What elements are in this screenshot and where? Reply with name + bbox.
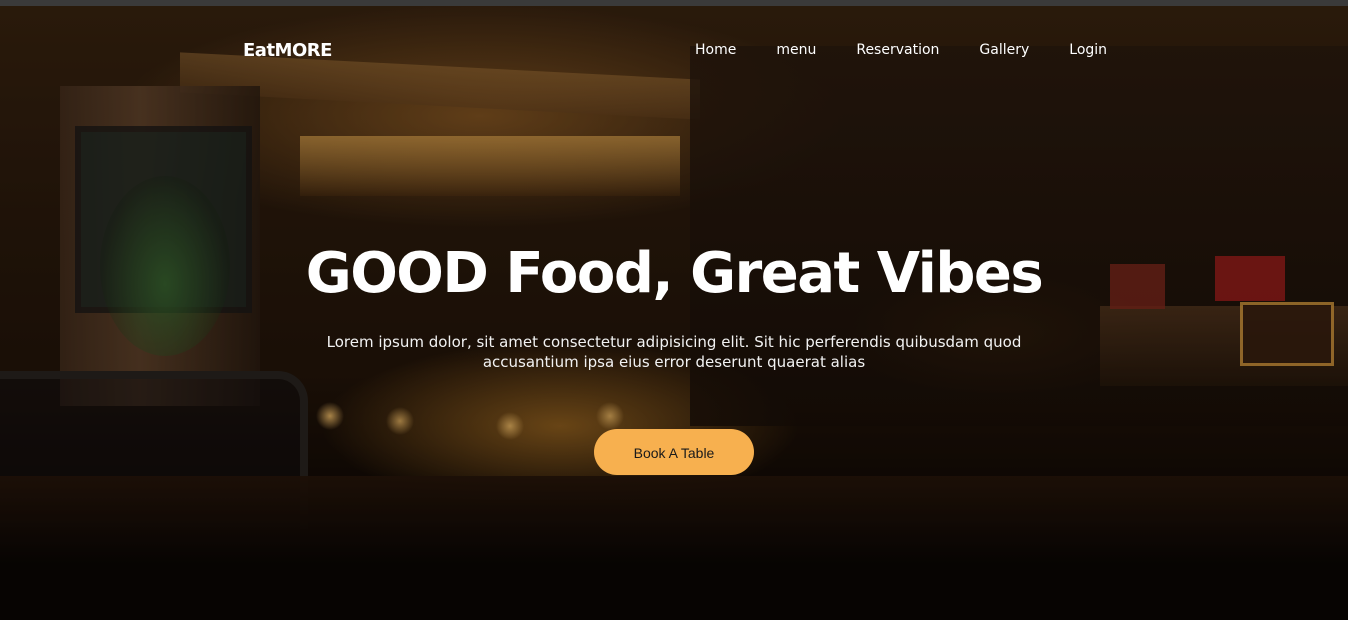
hero-description: Lorem ipsum dolor, sit amet consectetur …	[326, 333, 1022, 371]
nav-link-menu[interactable]: menu	[776, 42, 816, 58]
hero-content: GOOD Food, Great Vibes Lorem ipsum dolor…	[0, 236, 1348, 475]
book-table-button[interactable]: Book A Table	[594, 429, 754, 475]
nav-link-login[interactable]: Login	[1069, 42, 1107, 58]
hero-section: EatMORE Home menu Reservation Gallery Lo…	[0, 6, 1348, 620]
brand-logo[interactable]: EatMORE	[243, 40, 332, 61]
navbar: EatMORE Home menu Reservation Gallery Lo…	[0, 32, 1348, 72]
nav-link-home[interactable]: Home	[695, 42, 736, 58]
browser-top-border	[0, 0, 1348, 6]
nav-link-reservation[interactable]: Reservation	[856, 42, 939, 58]
nav-link-gallery[interactable]: Gallery	[979, 42, 1029, 58]
hero-title: GOOD Food, Great Vibes	[305, 241, 1044, 306]
nav-links: Home menu Reservation Gallery Login	[695, 42, 1107, 58]
